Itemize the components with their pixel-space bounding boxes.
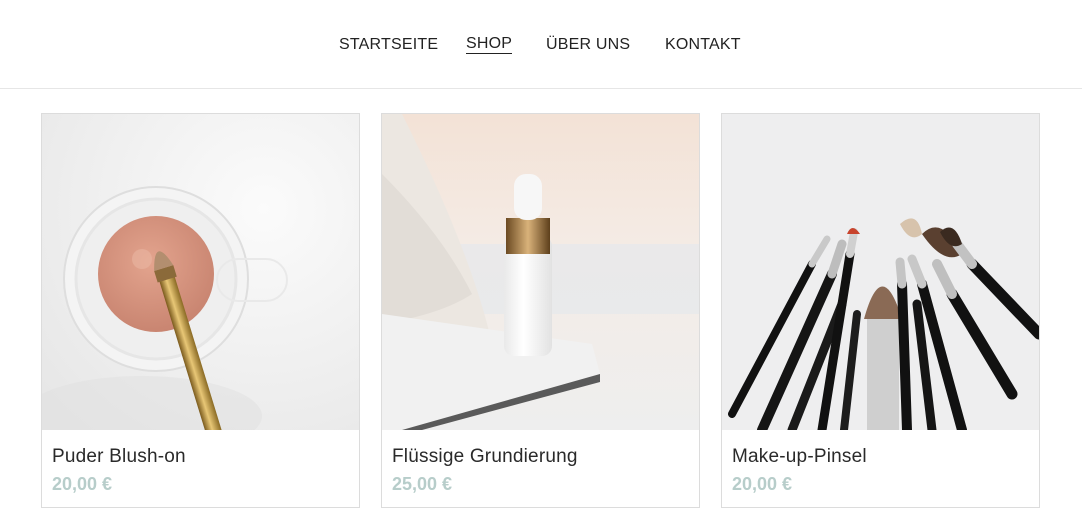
- product-title[interactable]: Flüssige Grundierung: [392, 446, 578, 468]
- nav-list: STARTSEITE SHOP ÜBER UNS KONTAKT: [0, 35, 1082, 55]
- product-card-brushes[interactable]: Make-up-Pinsel 20,00 €: [721, 113, 1040, 508]
- product-image-foundation[interactable]: [382, 114, 699, 430]
- top-navigation: STARTSEITE SHOP ÜBER UNS KONTAKT: [0, 0, 1082, 89]
- product-price: 20,00 €: [732, 474, 793, 494]
- product-card-blush[interactable]: Puder Blush-on 20,00 €: [41, 113, 360, 508]
- product-image-brushes[interactable]: [722, 114, 1039, 430]
- product-card-foundation[interactable]: Flüssige Grundierung 25,00 €: [381, 113, 700, 508]
- nav-item-shop[interactable]: SHOP: [466, 35, 513, 54]
- product-image-blush[interactable]: [42, 114, 359, 430]
- nav-item-ueber-uns[interactable]: ÜBER UNS: [546, 35, 630, 55]
- product-title[interactable]: Puder Blush-on: [52, 446, 186, 468]
- nav-item-kontakt[interactable]: KONTAKT: [665, 35, 741, 55]
- product-price: 25,00 €: [392, 474, 453, 494]
- product-price: 20,00 €: [52, 474, 113, 494]
- nav-item-startseite[interactable]: STARTSEITE: [339, 35, 438, 55]
- product-title[interactable]: Make-up-Pinsel: [732, 446, 867, 468]
